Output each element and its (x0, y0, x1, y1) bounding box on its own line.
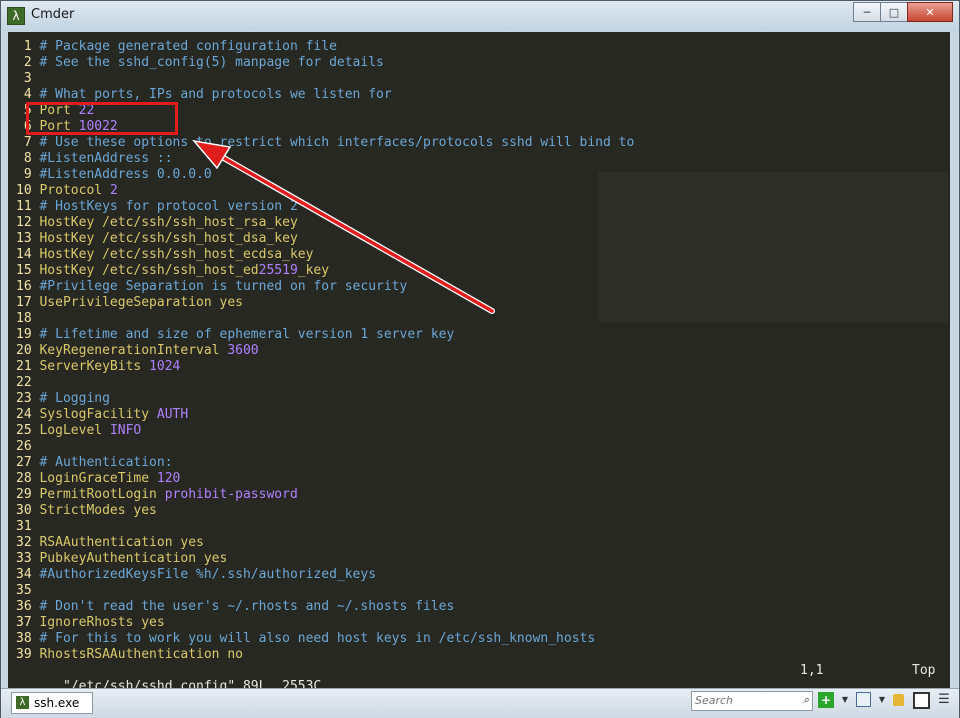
layout-dropdown-icon[interactable]: ▼ (874, 692, 890, 708)
lambda-icon: λ (7, 7, 25, 25)
lambda-icon: λ (16, 696, 29, 709)
lock-icon[interactable] (893, 694, 904, 706)
menu-icon[interactable]: ☰ (936, 692, 952, 708)
magnifier-icon[interactable]: ⌕ (803, 693, 809, 707)
minimize-button[interactable]: ─ (853, 2, 881, 22)
search-box[interactable]: ⌕ (691, 691, 813, 711)
tab-label: ssh.exe (34, 696, 80, 710)
new-console-button[interactable]: + (818, 692, 834, 708)
terminal-pane[interactable]: 1 # Package generated configuration file… (8, 32, 950, 688)
annotation-arrow (192, 139, 495, 314)
window-controls: ─ □ ✕ (853, 2, 953, 22)
view-toggle-icon[interactable] (913, 692, 930, 709)
search-input[interactable] (692, 692, 787, 708)
close-button[interactable]: ✕ (907, 2, 953, 22)
cmder-window: λ Cmder ─ □ ✕ 1 # Package generated conf… (0, 0, 960, 718)
window-title: Cmder (31, 7, 75, 22)
tab-ssh[interactable]: λ ssh.exe (11, 692, 93, 714)
cmder-statusbar: λ ssh.exe ⌕ + ▼ ▼ ☰ (1, 688, 959, 718)
maximize-button[interactable]: □ (880, 2, 908, 22)
title-bar[interactable]: λ Cmder ─ □ ✕ (1, 1, 959, 31)
split-layout-icon[interactable] (856, 692, 871, 707)
new-console-dropdown-icon[interactable]: ▼ (837, 692, 853, 708)
